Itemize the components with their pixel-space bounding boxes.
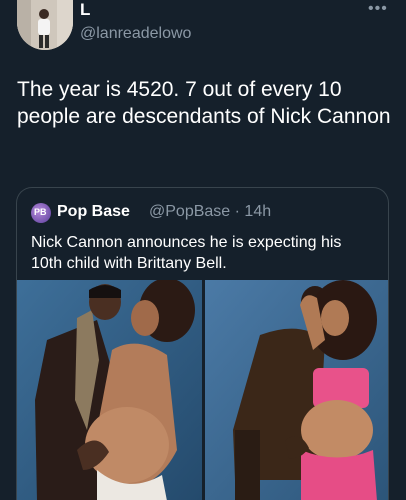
avatar[interactable] [17,0,73,50]
photo-right[interactable] [205,280,388,500]
quoted-time[interactable]: 14h [244,203,271,220]
quoted-tweet[interactable]: PB Pop Base @PopBase · 14h Nick Cannon a… [16,187,389,500]
quoted-display-name[interactable]: Pop Base [57,203,130,221]
more-icon[interactable]: ••• [368,0,388,18]
photo-left[interactable] [17,280,202,500]
meta-separator: · [234,203,240,220]
quoted-avatar[interactable]: PB [31,203,51,223]
tweet[interactable]: L @lanreadelowo ••• The year is 4520. 7 … [0,0,406,500]
tweet-text: The year is 4520. 7 out of every 10 peop… [17,78,391,128]
quoted-meta: @PopBase · 14h [149,203,271,221]
display-name[interactable]: L [80,0,91,20]
user-handle[interactable]: @lanreadelowo [80,25,191,43]
quoted-text: Nick Cannon announces he is expecting hi… [31,234,342,272]
quoted-handle[interactable]: @PopBase [149,203,230,220]
